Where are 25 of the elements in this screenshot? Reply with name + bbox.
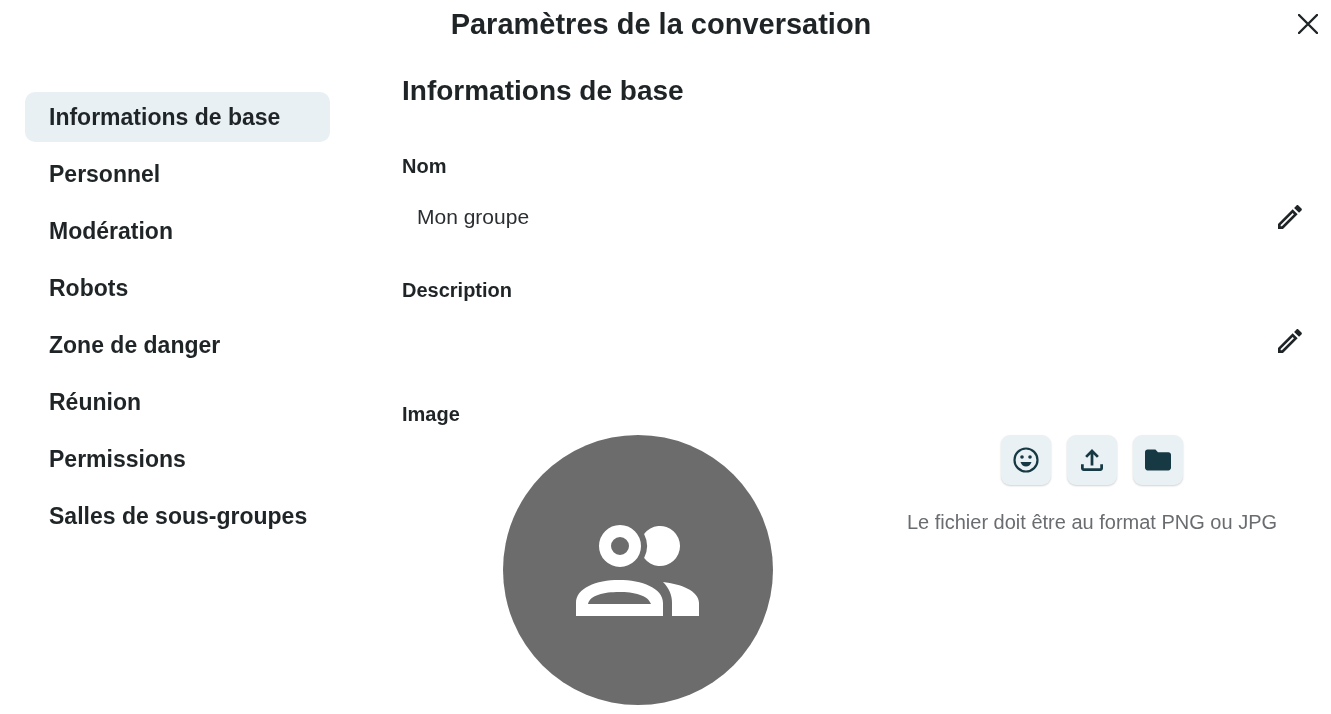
pencil-icon (1278, 329, 1302, 353)
sidebar-item[interactable]: Robots (25, 263, 330, 313)
upload-button[interactable] (1067, 435, 1117, 485)
pencil-icon (1278, 205, 1302, 229)
field-label: Nom (402, 154, 448, 179)
sidebar-item[interactable]: Salles de sous-groupes (25, 491, 330, 541)
field-value: Mon groupe (417, 205, 530, 229)
sidebar-item[interactable]: Réunion (25, 377, 330, 427)
group-icon (576, 523, 700, 617)
folder-icon (1145, 449, 1171, 471)
sidebar-item[interactable]: Personnel (25, 149, 330, 199)
sidebar-item[interactable]: Informations de base (25, 92, 330, 142)
close-icon (1298, 14, 1318, 34)
sidebar-item[interactable]: Permissions (25, 434, 330, 484)
upload-icon (1081, 449, 1103, 471)
sidebar-item[interactable]: Modération (25, 206, 330, 256)
image-hint: Le fichier doit être au format PNG ou JPG (906, 511, 1278, 534)
field-label: Description (402, 278, 514, 303)
dialog-title: Paramètres de la conversation (450, 7, 872, 41)
field-label: Image (402, 402, 461, 427)
section-heading: Informations de base (402, 74, 685, 108)
smiley-icon (1013, 447, 1039, 473)
folder-button[interactable] (1133, 435, 1183, 485)
sidebar-item[interactable]: Zone de danger (25, 320, 330, 370)
emoji-button[interactable] (1001, 435, 1051, 485)
